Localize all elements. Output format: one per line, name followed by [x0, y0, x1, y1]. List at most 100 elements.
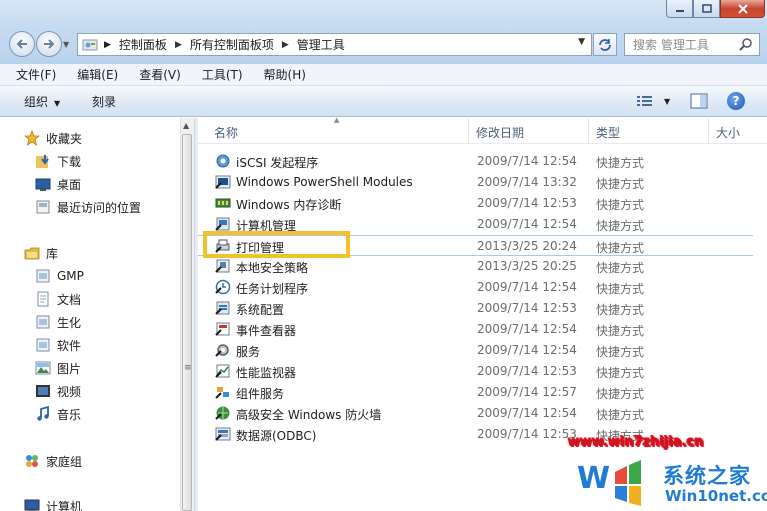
change-view-button[interactable]: ▼	[636, 94, 670, 108]
view-dropdown-icon[interactable]: ▼	[664, 97, 670, 106]
column-name[interactable]: 名称	[214, 124, 238, 141]
breadcrumb-admin-tools[interactable]: 管理工具	[297, 36, 345, 53]
file-type: 快捷方式	[596, 261, 645, 275]
file-name: Windows PowerShell Modules	[236, 175, 413, 189]
nav-lib-music[interactable]: 音乐	[35, 404, 81, 424]
nav-lib-gmp[interactable]: GMP	[35, 266, 84, 286]
nav-recent[interactable]: 最近访问的位置	[35, 197, 141, 217]
memory-diagnostic-shortcut-icon	[215, 195, 231, 211]
menu-tools[interactable]: 工具(T)	[187, 66, 249, 83]
column-divider[interactable]	[708, 118, 709, 144]
nav-computer[interactable]: 计算机	[24, 496, 82, 511]
column-date[interactable]: 修改日期	[476, 124, 524, 141]
file-row[interactable]: 组件服务 2009/7/14 12:57 快捷方式	[198, 382, 758, 403]
file-row[interactable]: 性能监视器 2009/7/14 12:53 快捷方式	[198, 361, 758, 382]
file-row[interactable]: 系统配置 2009/7/14 12:53 快捷方式	[198, 298, 758, 319]
menu-file[interactable]: 文件(F)	[0, 66, 62, 83]
menu-view[interactable]: 查看(V)	[124, 66, 187, 83]
nav-lib-pictures[interactable]: 图片	[35, 358, 81, 378]
crumb-sep-icon[interactable]: ▶	[282, 40, 289, 50]
help-icon: ?	[732, 94, 740, 108]
file-row[interactable]: 高级安全 Windows 防火墙 2009/7/14 12:54 快捷方式	[198, 403, 758, 424]
nav-lib-biochem[interactable]: 生化	[35, 312, 81, 332]
breadcrumb-all-items[interactable]: 所有控制面板项	[190, 36, 274, 53]
watermark-logo-icon: W	[577, 460, 641, 506]
preview-pane-button[interactable]	[690, 93, 708, 112]
file-name: 性能监视器	[236, 366, 297, 380]
file-row[interactable]: Windows PowerShell Modules 2009/7/14 13:…	[198, 172, 758, 193]
crumb-sep-icon[interactable]: ▶	[175, 40, 182, 50]
close-button[interactable]	[720, 0, 765, 18]
file-date: 2009/7/14 12:54	[477, 280, 577, 294]
file-type: 快捷方式	[596, 177, 645, 191]
file-row[interactable]: 本地安全策略 2013/3/25 20:25 快捷方式	[198, 256, 758, 277]
menu-bar: 文件(F) 编辑(E) 查看(V) 工具(T) 帮助(H)	[0, 64, 767, 86]
refresh-button[interactable]	[593, 33, 617, 56]
highlight-box	[203, 231, 350, 258]
nav-homegroup[interactable]: 家庭组	[24, 451, 82, 471]
svg-text:W: W	[577, 461, 610, 496]
explorer-window: ▼ ▶ 控制面板 ▶ 所有控制面板项 ▶ 管理工具 ▼ 搜索 管理工具 文件(F…	[0, 0, 767, 511]
scroll-up-icon[interactable]: ▲	[183, 121, 189, 130]
file-row[interactable]: 服务 2009/7/14 12:54 快捷方式	[198, 340, 758, 361]
organize-label: 组织	[24, 95, 49, 109]
column-divider[interactable]	[588, 118, 589, 144]
firewall-shortcut-icon	[215, 405, 231, 421]
nav-favorites[interactable]: 收藏夹	[24, 128, 82, 148]
command-bar: 组织 ▼ 刻录 ▼ ?	[0, 86, 767, 117]
nav-desktop[interactable]: 桌面	[35, 174, 81, 194]
iscsi-shortcut-icon	[215, 153, 231, 169]
breadcrumb: 控制面板 ▶ 所有控制面板项 ▶ 管理工具	[119, 34, 345, 55]
file-row[interactable]: 任务计划程序 2009/7/14 12:54 快捷方式	[198, 277, 758, 298]
recent-pages-dropdown-icon[interactable]: ▼	[63, 40, 69, 49]
nav-lib-gmp-label: GMP	[57, 269, 84, 283]
file-type: 快捷方式	[596, 345, 645, 359]
forward-button[interactable]	[36, 31, 62, 57]
file-date: 2009/7/14 12:53	[477, 364, 577, 378]
file-row[interactable]: iSCSI 发起程序 2009/7/14 12:54 快捷方式	[198, 151, 758, 172]
maximize-button[interactable]	[693, 0, 720, 18]
search-input[interactable]: 搜索 管理工具	[624, 33, 760, 56]
file-name: 服务	[236, 345, 261, 359]
nav-homegroup-label: 家庭组	[46, 454, 83, 469]
file-date: 2009/7/14 12:53	[477, 427, 577, 441]
back-button[interactable]	[9, 31, 35, 57]
nav-computer-label: 计算机	[46, 499, 83, 511]
column-size[interactable]: 大小	[716, 124, 740, 141]
menu-edit[interactable]: 编辑(E)	[62, 66, 124, 83]
services-shortcut-icon	[215, 342, 231, 358]
desktop-icon	[35, 176, 51, 192]
performance-monitor-shortcut-icon	[215, 363, 231, 379]
column-divider[interactable]	[468, 118, 469, 144]
nav-scroll-thumb[interactable]	[182, 134, 192, 511]
file-date: 2009/7/14 12:53	[477, 301, 577, 315]
library-folder-icon	[35, 337, 51, 353]
file-row[interactable]: Windows 内存诊断 2009/7/14 12:53 快捷方式	[198, 193, 758, 214]
nav-downloads[interactable]: 下载	[35, 151, 81, 171]
burn-button[interactable]: 刻录	[92, 93, 116, 110]
file-type: 快捷方式	[596, 198, 645, 212]
menu-help[interactable]: 帮助(H)	[249, 66, 312, 83]
file-name: 事件查看器	[236, 324, 297, 338]
column-type[interactable]: 类型	[596, 124, 620, 141]
address-bar[interactable]: ▶ 控制面板 ▶ 所有控制面板项 ▶ 管理工具 ▼	[77, 33, 592, 56]
file-date: 2013/3/25 20:24	[477, 239, 577, 253]
nav-libraries[interactable]: 库	[24, 243, 58, 263]
search-icon[interactable]	[739, 37, 753, 54]
organize-button[interactable]: 组织 ▼	[24, 93, 60, 110]
file-row[interactable]: 事件查看器 2009/7/14 12:54 快捷方式	[198, 319, 758, 340]
address-dropdown-icon[interactable]: ▼	[578, 37, 585, 47]
file-name: 系统配置	[236, 303, 285, 317]
nav-lib-documents[interactable]: 文档	[35, 289, 81, 309]
file-date: 2009/7/14 12:54	[477, 217, 577, 231]
file-date: 2009/7/14 12:53	[477, 196, 577, 210]
minimize-button[interactable]	[666, 0, 693, 18]
file-type: 快捷方式	[596, 366, 645, 380]
breadcrumb-control-panel[interactable]: 控制面板	[119, 36, 167, 53]
help-button[interactable]: ?	[727, 92, 745, 110]
library-folder-icon	[35, 314, 51, 330]
file-name: 数据源(ODBC)	[236, 429, 317, 443]
nav-lib-software[interactable]: 软件	[35, 335, 81, 355]
nav-lib-videos[interactable]: 视频	[35, 381, 81, 401]
file-type: 快捷方式	[596, 219, 645, 233]
